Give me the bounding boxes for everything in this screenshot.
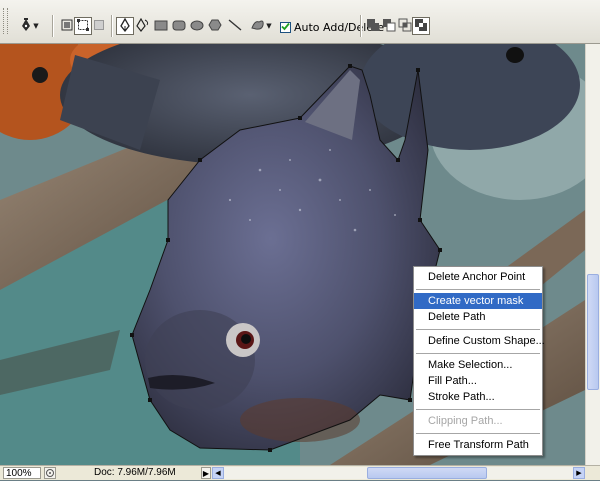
polygon-icon xyxy=(208,19,222,34)
document-size-readout: Doc: 7.96M/7.96M xyxy=(94,467,176,478)
fill-pixels-button[interactable] xyxy=(90,17,108,35)
toolbar-gripper[interactable] xyxy=(3,8,8,34)
horizontal-scrollbar[interactable]: ◀ ▶ xyxy=(212,467,585,479)
ellipse-icon xyxy=(190,19,204,34)
freeform-pen-icon xyxy=(136,17,150,35)
custom-shape-button[interactable]: ▼ xyxy=(246,17,276,35)
zoom-level-field[interactable]: 100% xyxy=(3,467,41,479)
paths-icon xyxy=(77,18,89,34)
status-info-icon[interactable] xyxy=(44,467,56,479)
toolbar-divider xyxy=(52,15,54,37)
status-menu-arrow-icon[interactable]: ▶ xyxy=(201,467,211,479)
menu-item-fill-path[interactable]: Fill Path... xyxy=(414,373,542,389)
rounded-rectangle-icon xyxy=(172,19,186,34)
vertical-scrollbar[interactable] xyxy=(585,44,600,465)
ellipse-button[interactable] xyxy=(188,17,206,35)
tool-preset-picker[interactable]: ▼ xyxy=(14,17,44,35)
exclude-path-icon xyxy=(414,18,428,35)
menu-item-delete-path[interactable]: Delete Path xyxy=(414,309,542,325)
path-context-menu: Delete Anchor Point Create vector mask D… xyxy=(413,266,545,456)
scroll-right-arrow-icon[interactable]: ▶ xyxy=(573,467,585,479)
toolbar-divider xyxy=(111,15,113,37)
rectangle-icon xyxy=(154,19,168,34)
menu-divider xyxy=(416,409,540,410)
auto-add-delete-checkbox[interactable] xyxy=(280,21,291,34)
add-to-path-icon xyxy=(366,18,380,35)
menu-item-define-custom-shape[interactable]: Define Custom Shape... xyxy=(414,333,545,349)
custom-shape-icon xyxy=(250,18,266,35)
options-bar: ▼ ▼ Auto Add/Delete xyxy=(0,0,600,44)
menu-item-delete-anchor-point[interactable]: Delete Anchor Point xyxy=(414,269,542,285)
vertical-scrollbar-thumb[interactable] xyxy=(587,274,599,390)
menu-item-create-vector-mask[interactable]: Create vector mask xyxy=(414,293,542,309)
menu-item-free-transform-path[interactable]: Free Transform Path xyxy=(414,437,542,453)
line-button[interactable] xyxy=(226,17,244,35)
menu-item-stroke-path[interactable]: Stroke Path... xyxy=(414,389,542,405)
shape-layers-icon xyxy=(61,19,73,34)
polygon-button[interactable] xyxy=(206,17,224,35)
pen-tool-icon xyxy=(19,17,33,35)
menu-divider xyxy=(416,433,540,434)
rounded-rectangle-button[interactable] xyxy=(170,17,188,35)
checkmark-icon xyxy=(281,21,290,34)
chevron-down-icon: ▼ xyxy=(33,22,39,30)
exclude-path-button[interactable] xyxy=(412,17,430,35)
toolbar-divider xyxy=(360,15,362,37)
rectangle-button[interactable] xyxy=(152,17,170,35)
freeform-pen-button[interactable] xyxy=(134,17,152,35)
line-icon xyxy=(228,18,242,34)
pen-button[interactable] xyxy=(116,17,134,35)
subtract-path-icon xyxy=(382,18,396,35)
status-bar: 100% Doc: 7.96M/7.96M ▶ ◀ ▶ xyxy=(0,465,600,480)
menu-divider xyxy=(416,329,540,330)
menu-divider xyxy=(416,289,540,290)
pen-icon xyxy=(119,17,131,35)
menu-item-make-selection[interactable]: Make Selection... xyxy=(414,357,542,373)
fill-pixels-icon xyxy=(93,19,105,34)
intersect-path-icon xyxy=(398,18,412,35)
menu-divider xyxy=(416,353,540,354)
menu-item-clipping-path: Clipping Path... xyxy=(428,415,503,427)
chevron-down-icon: ▼ xyxy=(266,22,272,30)
horizontal-scrollbar-thumb[interactable] xyxy=(367,467,487,479)
scroll-left-arrow-icon[interactable]: ◀ xyxy=(212,467,224,479)
